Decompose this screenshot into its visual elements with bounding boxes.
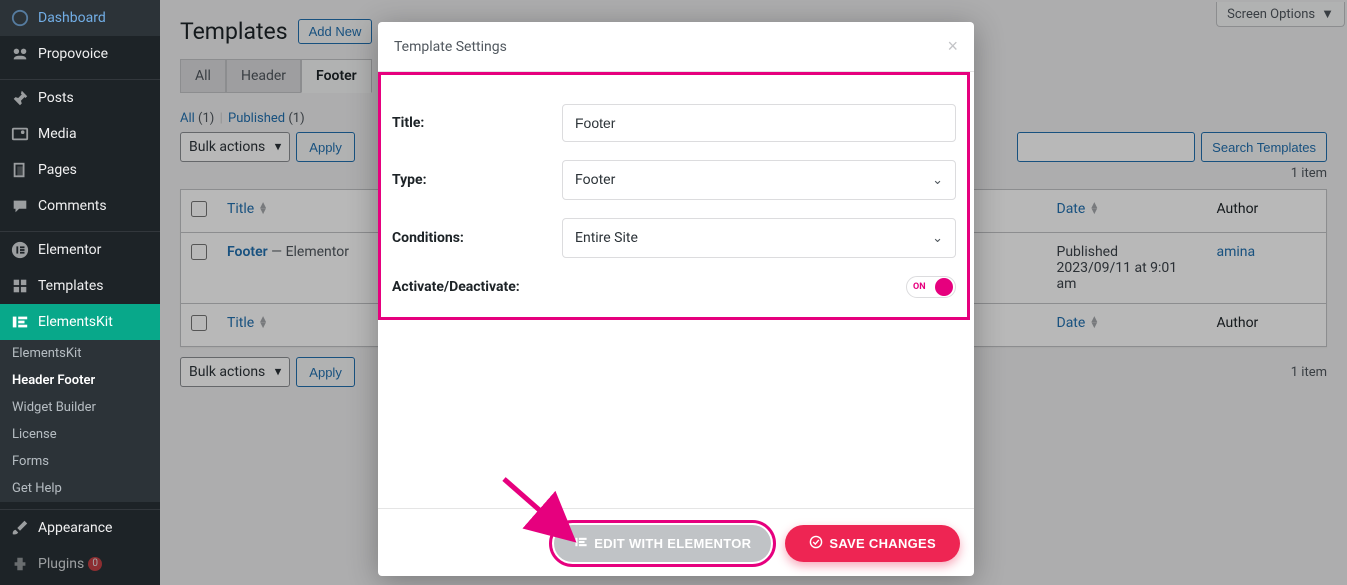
type-select[interactable]: Footer ⌄ [562,160,956,200]
label-activate: Activate/Deactivate: [392,279,562,295]
toggle-knob [935,278,953,296]
modal-header: Template Settings × [378,22,974,72]
sidebar-label: Plugins [38,556,84,572]
sidebar-item-appearance[interactable]: Appearance [0,510,160,546]
templates-icon [10,276,30,296]
sidebar-label: ElementsKit [38,314,113,330]
page-icon [10,160,30,180]
chevron-down-icon: ⌄ [932,173,943,188]
brush-icon [10,518,30,538]
check-circle-icon [809,535,823,552]
sidebar-item-comments[interactable]: Comments [0,188,160,224]
save-button-label: SAVE CHANGES [829,536,936,551]
elementor-icon [10,240,30,260]
sidebar-label: Posts [38,90,74,106]
sidebar-item-plugins[interactable]: Plugins 0 [0,546,160,582]
modal-close-button[interactable]: × [947,36,958,57]
media-icon [10,124,30,144]
conditions-selected-value: Entire Site [575,230,638,246]
plugin-update-badge: 0 [88,557,102,571]
sidebar-item-elementor[interactable]: Elementor [0,232,160,268]
admin-sidebar: Dashboard Propovoice Posts Media Pages C… [0,0,160,585]
dashboard-icon [10,8,30,28]
sidebar-item-templates[interactable]: Templates [0,268,160,304]
sidebar-label: Pages [38,162,77,178]
elementskit-icon [10,312,30,332]
chevron-down-icon: ⌄ [932,231,943,246]
sidebar-submenu: ElementsKit Header Footer Widget Builder… [0,340,160,502]
type-selected-value: Footer [575,172,615,188]
modal-footer: EDIT WITH ELEMENTOR SAVE CHANGES [378,508,974,576]
submenu-header-footer[interactable]: Header Footer [0,367,160,394]
sidebar-label: Appearance [38,520,112,536]
pin-icon [10,88,30,108]
template-settings-modal: Template Settings × Title: Type: Footer … [378,22,974,576]
sidebar-label: Elementor [38,242,101,258]
sidebar-item-dashboard[interactable]: Dashboard [0,0,160,36]
conditions-select[interactable]: Entire Site ⌄ [562,218,956,258]
save-changes-button[interactable]: SAVE CHANGES [785,525,960,562]
activate-toggle[interactable]: ON [906,276,956,298]
elementskit-icon [574,535,588,552]
modal-title: Template Settings [394,39,507,55]
sidebar-label: Propovoice [38,46,108,62]
sidebar-item-posts[interactable]: Posts [0,80,160,116]
propovoice-icon [10,44,30,64]
sidebar-item-media[interactable]: Media [0,116,160,152]
plugin-icon [10,554,30,574]
submenu-license[interactable]: License [0,421,160,448]
comment-icon [10,196,30,216]
submenu-get-help[interactable]: Get Help [0,475,160,502]
label-title: Title: [392,115,562,131]
edit-button-label: EDIT WITH ELEMENTOR [594,536,751,551]
sidebar-label: Media [38,126,77,142]
submenu-elementskit[interactable]: ElementsKit [0,340,160,367]
sidebar-item-pages[interactable]: Pages [0,152,160,188]
sidebar-label: Dashboard [38,10,106,26]
submenu-forms[interactable]: Forms [0,448,160,475]
toggle-label: ON [913,282,926,292]
submenu-widget-builder[interactable]: Widget Builder [0,394,160,421]
sidebar-item-elementskit[interactable]: ElementsKit [0,304,160,340]
label-type: Type: [392,172,562,188]
sidebar-label: Templates [38,278,104,294]
settings-highlight: Title: Type: Footer ⌄ Conditions: Entire… [378,72,970,320]
sidebar-item-propovoice[interactable]: Propovoice [0,36,160,72]
sidebar-label: Comments [38,198,107,214]
edit-with-elementor-button[interactable]: EDIT WITH ELEMENTOR [554,525,771,562]
label-conditions: Conditions: [392,230,562,246]
title-input[interactable] [562,104,956,142]
modal-body: Title: Type: Footer ⌄ Conditions: Entire… [378,72,974,508]
